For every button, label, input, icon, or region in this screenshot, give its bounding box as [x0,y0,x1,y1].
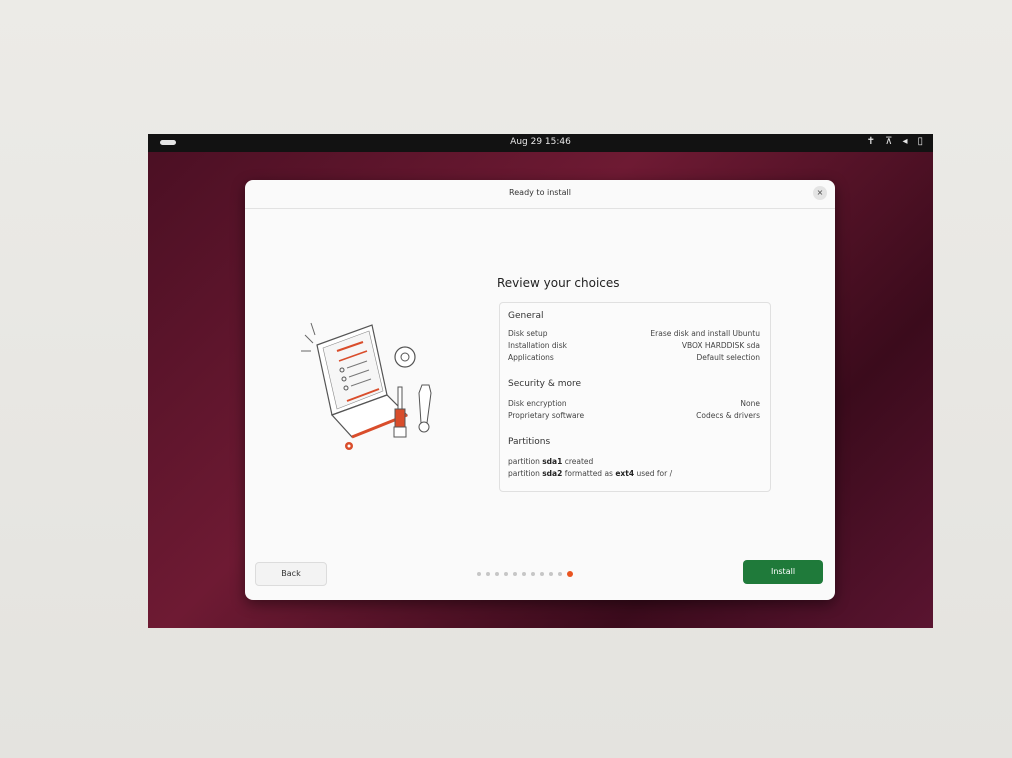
progress-dot [531,572,535,576]
progress-dot [522,572,526,576]
progress-dots [477,571,573,577]
network-icon[interactable]: ⊼ [885,136,892,147]
row-label: Installation disk [508,341,568,350]
laptop-tools-illustration [301,322,432,450]
progress-dot [495,572,499,576]
summary-box: General Disk setup Erase disk and instal… [499,302,771,492]
partitions-section-title: Partitions [508,437,551,447]
dialog-header: Ready to install × [245,180,835,209]
row-value: None [740,399,760,408]
row-value: Default selection [696,353,761,362]
progress-dot [504,572,508,576]
install-button[interactable]: Install [743,560,823,584]
gear-icon [394,346,416,368]
partition-line: partition sda2 formatted as ext4 used fo… [508,469,673,478]
battery-icon[interactable]: ▯ [917,136,923,147]
row-label: Disk setup [508,329,548,338]
desktop-screen: Aug 29 15:46 ✝ ⊼ ◂ ▯ Ready to install × [148,134,933,628]
row-label: Disk encryption [508,399,567,408]
installer-dialog: Ready to install × Review your choices G… [245,180,835,600]
accessibility-icon[interactable]: ✝ [867,136,875,147]
row-value: Codecs & drivers [696,411,760,420]
dialog-title: Ready to install [509,188,571,197]
summary-row: Disk setup Erase disk and install Ubuntu [508,329,760,340]
general-section-title: General [508,311,544,321]
row-value: VBOX HARDDISK sda [681,341,760,350]
screwdriver-icon [393,386,407,438]
review-title: Review your choices [497,276,620,290]
security-section-title: Security & more [508,379,582,389]
top-bar: Aug 29 15:46 ✝ ⊼ ◂ ▯ [148,134,933,152]
sparkle-lines-icon [301,322,316,352]
summary-row: Applications Default selection [508,353,760,364]
summary-row: Installation disk VBOX HARDDISK sda [508,341,760,352]
progress-dot [549,572,553,576]
laptop-icon [316,324,409,439]
row-label: Applications [508,353,554,362]
small-gear-icon [345,442,353,450]
progress-dot-active [567,571,573,577]
partition-line: partition sda1 created [508,457,594,466]
progress-dot [540,572,544,576]
summary-row: Proprietary software Codecs & drivers [508,411,760,422]
back-button[interactable]: Back [255,562,327,586]
summary-row: Disk encryption None [508,399,760,410]
close-button[interactable]: × [813,186,827,200]
wrench-icon [418,384,432,433]
progress-dot [486,572,490,576]
volume-icon[interactable]: ◂ [902,136,907,147]
progress-dot [513,572,517,576]
progress-dot [558,572,562,576]
row-label: Proprietary software [508,411,585,420]
row-value: Erase disk and install Ubuntu [650,329,760,338]
clock[interactable]: Aug 29 15:46 [148,137,933,147]
system-tray[interactable]: ✝ ⊼ ◂ ▯ [867,136,923,147]
progress-dot [477,572,481,576]
